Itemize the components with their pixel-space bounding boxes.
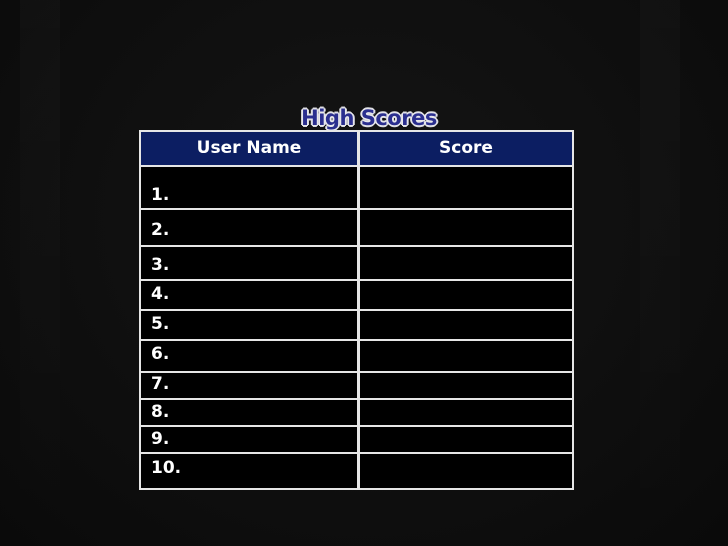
high-scores-title: High Scores xyxy=(301,106,437,130)
score-cell xyxy=(360,427,572,452)
score-cell xyxy=(360,400,572,425)
score-cell xyxy=(360,341,572,371)
background-streak xyxy=(640,0,680,546)
user-name-cell xyxy=(181,167,351,208)
rank-label: 8. xyxy=(151,402,170,422)
rank-label: 7. xyxy=(151,374,170,394)
high-scores-table: User Name Score 1. 2. 3. 4. 5. 6. 7. 8. … xyxy=(139,130,574,490)
rank-label: 2. xyxy=(151,220,170,240)
rank-label: 10. xyxy=(151,458,182,478)
user-name-cell xyxy=(181,373,351,398)
user-name-cell xyxy=(181,400,351,425)
rank-label: 9. xyxy=(151,429,170,449)
rank-label: 6. xyxy=(151,344,170,364)
score-column-header: Score xyxy=(360,132,572,167)
user-name-cell xyxy=(181,210,351,245)
user-name-cell xyxy=(181,311,351,339)
rank-label: 3. xyxy=(151,255,170,275)
user-name-cell xyxy=(181,427,351,452)
score-cell xyxy=(360,373,572,398)
background-streak xyxy=(20,0,60,546)
rank-label: 1. xyxy=(151,185,170,205)
user-name-cell xyxy=(181,247,351,279)
user-name-cell xyxy=(181,341,351,371)
score-cell xyxy=(360,454,572,488)
score-cell xyxy=(360,167,572,208)
score-cell xyxy=(360,210,572,245)
score-cell xyxy=(360,247,572,279)
game-screen: High Scores User Name Score 1. 2. 3. 4. xyxy=(0,0,728,546)
score-cell xyxy=(360,311,572,339)
rank-label: 5. xyxy=(151,314,170,334)
rank-label: 4. xyxy=(151,284,170,304)
user-name-cell xyxy=(181,281,351,309)
user-name-cell xyxy=(181,454,351,488)
user-name-column-header: User Name xyxy=(141,132,357,167)
score-cell xyxy=(360,281,572,309)
